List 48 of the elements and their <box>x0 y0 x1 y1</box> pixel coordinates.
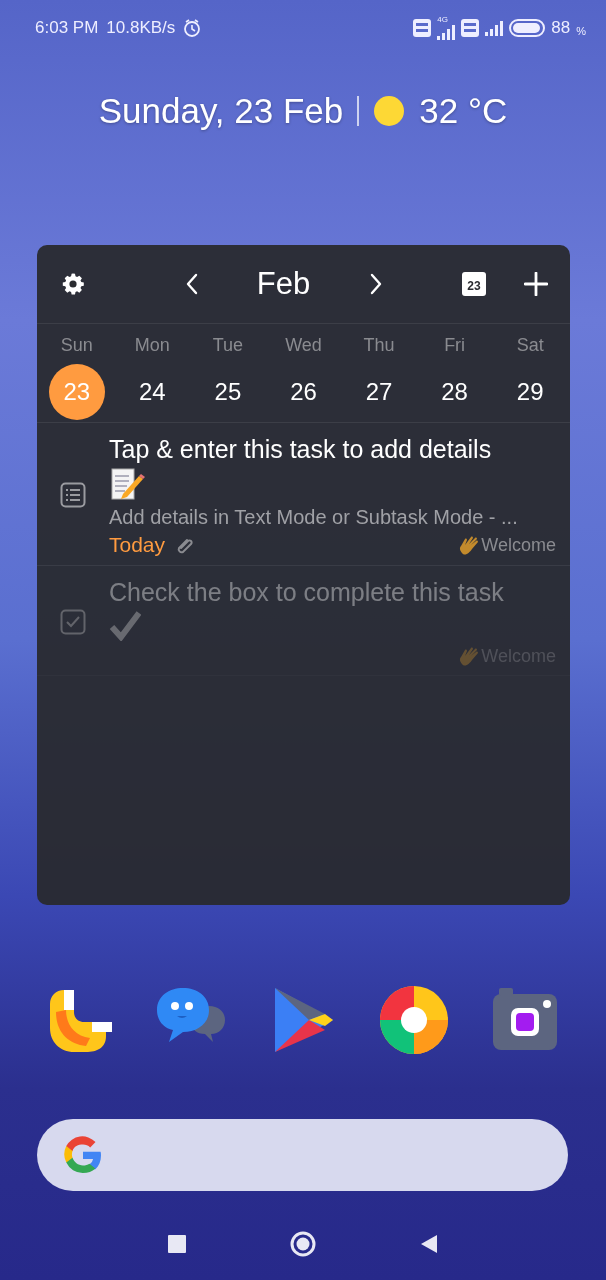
date-text[interactable]: Sunday, 23 Feb <box>98 91 344 131</box>
date-item[interactable]: 29 <box>502 364 559 420</box>
date-item[interactable]: 26 <box>275 364 332 420</box>
circle-aperture-icon[interactable] <box>377 984 450 1056</box>
temperature[interactable]: 32 °C <box>419 91 508 131</box>
date-item[interactable]: 28 <box>426 364 483 420</box>
weekday-label: Fri <box>443 334 467 357</box>
weekday-label: Thu <box>362 334 396 357</box>
weekday-label: Mon <box>133 334 171 357</box>
battery-percent: 88 <box>551 18 571 38</box>
previous-month-icon[interactable] <box>184 273 199 295</box>
percent-sign: % <box>576 25 586 37</box>
home-circle-icon[interactable] <box>289 1231 317 1257</box>
add-icon[interactable] <box>524 272 548 296</box>
weekday-label: Sun <box>59 334 94 357</box>
weekday-label: Sat <box>515 334 545 357</box>
note-list-icon <box>60 482 86 508</box>
date-item[interactable]: 25 <box>199 364 256 420</box>
task-title: Check the box to complete this task <box>109 577 504 608</box>
task-list-tag: Welcome <box>481 534 556 556</box>
date-item[interactable]: 24 <box>124 364 181 420</box>
task-row[interactable]: Tap & enter this task to add details Add details in Text Mode or Subtask Mode - ... Today Welcome <box>37 423 570 566</box>
settings-icon <box>61 272 85 296</box>
alarm-icon <box>183 19 202 37</box>
sun-icon <box>373 95 406 127</box>
task-title: Tap & enter this task to add details <box>109 434 492 465</box>
network-speed: 10.8KB/s <box>106 18 176 38</box>
date-item[interactable]: 27 <box>351 364 408 420</box>
volte-icon <box>461 19 480 37</box>
signal-icon <box>437 24 456 40</box>
task-details: Add details in Text Mode or Subtask Mode - ... <box>109 506 519 529</box>
check-mark-icon <box>109 609 141 641</box>
waving-hand-icon <box>458 645 481 667</box>
weekday-label: Tue <box>211 334 245 357</box>
calendar-today-button[interactable]: 23 <box>462 272 486 296</box>
next-month-icon[interactable] <box>368 273 383 295</box>
checkbox-icon <box>60 608 86 635</box>
signal-icon <box>485 20 504 36</box>
month-title: Feb <box>255 266 312 302</box>
battery-icon <box>509 19 546 37</box>
weekday-label: Wed <box>284 334 323 357</box>
volte-icon <box>413 19 432 37</box>
due-date: Today <box>109 533 166 557</box>
network-type: 4G <box>437 16 448 24</box>
memo-pencil-icon <box>109 466 145 502</box>
waving-hand-icon <box>458 534 481 556</box>
clock-time: 6:03 PM <box>35 18 99 38</box>
google-logo-icon[interactable] <box>63 1135 103 1175</box>
